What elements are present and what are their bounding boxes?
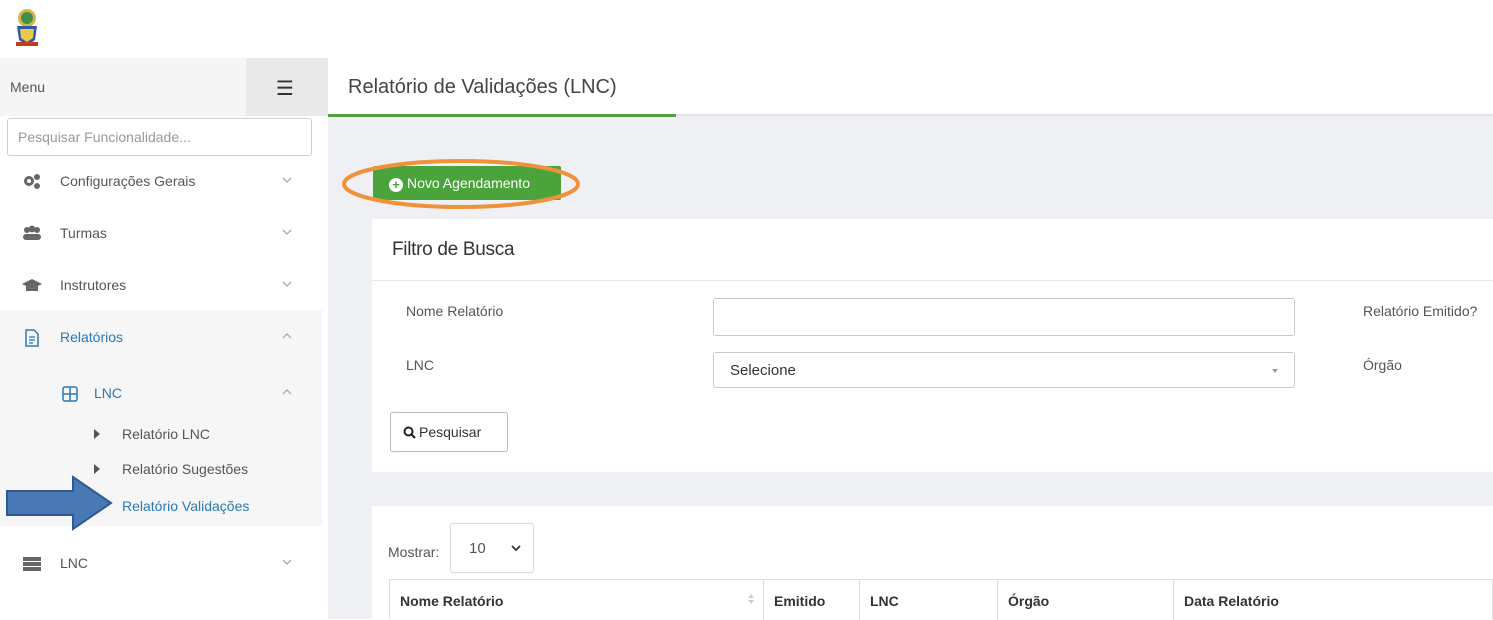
search-button-label: Pesquisar — [419, 424, 482, 440]
sidebar-item-configuracoes-gerais[interactable]: Configurações Gerais — [0, 156, 322, 208]
hamburger-icon: ☰ — [276, 78, 294, 100]
chevron-down-icon — [511, 545, 521, 552]
main-content: Relatório de Validações (LNC) + Novo Agen… — [328, 58, 1493, 620]
chevron-down-icon — [282, 177, 292, 183]
caret-right-icon — [94, 464, 100, 474]
panel-header: Filtro de Busca — [372, 219, 1493, 281]
sidebar-subitem-label: Relatório Validações — [122, 498, 250, 514]
page-length-select[interactable]: 10 — [450, 523, 534, 573]
chevron-down-icon — [282, 229, 292, 235]
column-label: Órgão — [1008, 593, 1050, 609]
column-header-data-relatorio[interactable]: Data Relatório — [1174, 580, 1493, 620]
users-icon — [23, 225, 41, 240]
column-label: LNC — [870, 593, 899, 609]
caret-down-icon — [1272, 369, 1278, 373]
top-bar — [0, 0, 1493, 58]
sidebar-item-instrutores[interactable]: Instrutores — [0, 260, 322, 312]
caret-right-icon — [94, 429, 100, 439]
page-title: Relatório de Validações (LNC) — [348, 76, 617, 98]
graduation-cap-icon — [22, 279, 42, 291]
sidebar-item-label: Configurações Gerais — [60, 173, 196, 189]
chevron-up-icon — [282, 389, 292, 395]
sidebar-item-label: LNC — [60, 555, 89, 571]
sidebar-item-lnc[interactable]: LNC — [0, 538, 322, 590]
chevron-down-icon — [282, 281, 292, 287]
column-label: Nome Relatório — [400, 593, 504, 609]
chevron-up-icon — [282, 333, 292, 339]
report-emitted-label: Relatório Emitido? — [1363, 303, 1478, 319]
orgao-label: Órgão — [1363, 357, 1402, 373]
chevron-down-icon — [282, 559, 292, 565]
sidebar-item-label: Relatórios — [60, 329, 124, 345]
file-text-icon — [25, 329, 39, 347]
annotation-highlight-ellipse — [342, 159, 580, 209]
lnc-select-value: Selecione — [730, 362, 796, 379]
plus-square-icon — [62, 386, 78, 402]
menu-toggle-button[interactable]: ☰ — [246, 58, 328, 116]
sidebar-subitem-label: Relatório Sugestões — [122, 461, 249, 477]
show-entries-label: Mostrar: — [388, 544, 440, 560]
sidebar-item-relatorios[interactable]: Relatórios — [0, 312, 322, 364]
sidebar-item-label: Instrutores — [60, 277, 127, 293]
menu-label: Menu — [10, 79, 46, 95]
server-icon — [23, 557, 41, 571]
sort-icon — [748, 594, 754, 604]
table-header: Nome Relatório Emitido LNC Órgão Data Re… — [389, 579, 1493, 620]
sidebar-item-turmas[interactable]: Turmas — [0, 208, 322, 260]
search-functionality-input[interactable] — [7, 118, 312, 156]
search-filter-panel: Filtro de Busca Nome Relatório Relatório… — [372, 219, 1493, 472]
sidebar-item-label: LNC — [94, 385, 123, 401]
sidebar-item-lnc-group[interactable]: LNC — [0, 368, 322, 420]
sidebar-header: Menu ☰ — [0, 58, 328, 116]
sidebar: Menu ☰ Configurações Gerais Turmas Instr… — [0, 58, 328, 619]
report-name-input[interactable] — [713, 298, 1295, 336]
search-icon — [403, 426, 416, 439]
column-label: Data Relatório — [1184, 593, 1279, 609]
lnc-select[interactable]: Selecione — [713, 352, 1295, 388]
state-coat-of-arms-logo — [16, 9, 38, 46]
cogs-icon — [24, 174, 40, 189]
lnc-label: LNC — [406, 357, 435, 373]
column-header-lnc[interactable]: LNC — [860, 580, 998, 620]
page-header: Relatório de Validações (LNC) — [328, 58, 1493, 117]
column-header-orgao[interactable]: Órgão — [998, 580, 1174, 620]
sidebar-item-label: Turmas — [60, 225, 107, 241]
sidebar-subitem-relatorio-lnc[interactable]: Relatório LNC — [0, 420, 322, 450]
column-header-nome-relatorio[interactable]: Nome Relatório — [390, 580, 764, 620]
page-length-value: 10 — [469, 540, 486, 557]
results-panel: Mostrar: 10 Nome Relatório Emitido LNC Ó… — [372, 506, 1493, 620]
annotation-arrow-icon — [6, 475, 113, 531]
column-label: Emitido — [774, 593, 826, 609]
title-underline — [328, 114, 676, 117]
panel-title: Filtro de Busca — [392, 239, 515, 260]
sidebar-subitem-label: Relatório LNC — [122, 426, 210, 442]
column-header-emitido[interactable]: Emitido — [764, 580, 860, 620]
report-name-label: Nome Relatório — [406, 303, 504, 319]
search-button[interactable]: Pesquisar — [390, 412, 508, 452]
